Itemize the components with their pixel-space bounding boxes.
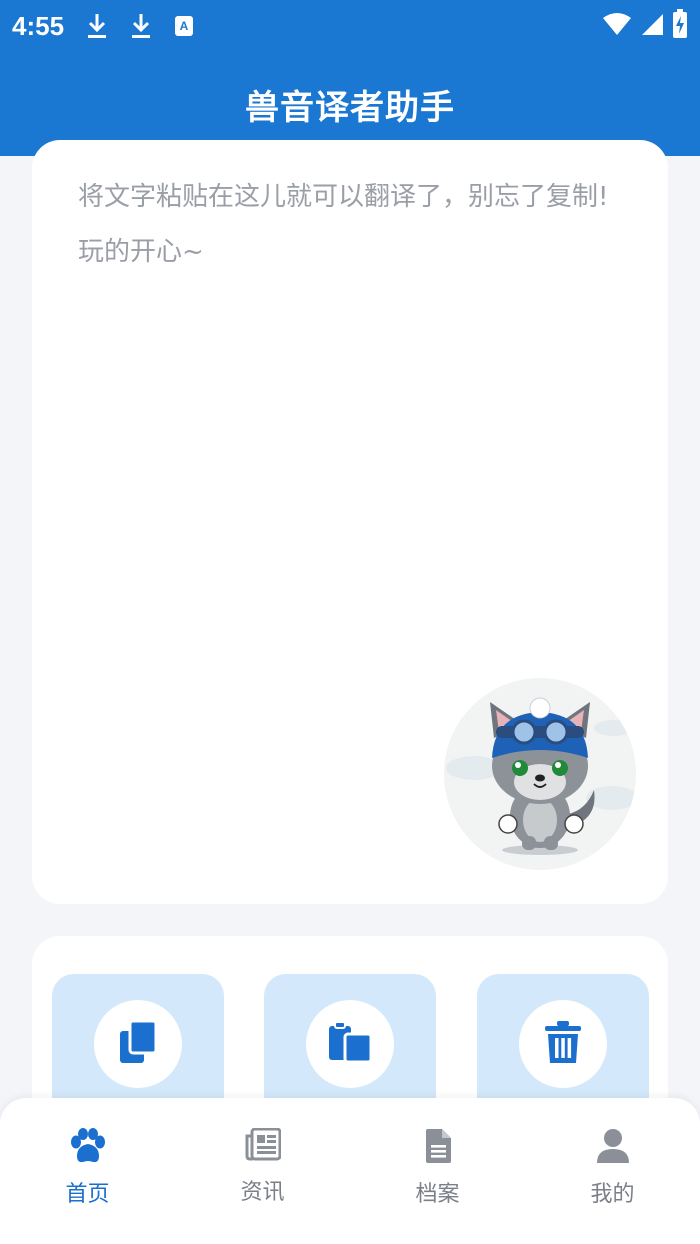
trash-icon <box>544 1020 582 1068</box>
copy-button-circle <box>94 1000 182 1088</box>
person-icon <box>596 1128 630 1168</box>
download-icon <box>130 12 152 40</box>
nav-label: 首页 <box>65 1182 110 1207</box>
paste-icon <box>327 1020 373 1068</box>
wifi-icon <box>602 12 632 40</box>
nav-news[interactable]: 资讯 <box>175 1127 350 1218</box>
status-bar: 4:55 A <box>0 0 700 52</box>
text-input-area[interactable]: 将文字粘贴在这儿就可以翻译了，别忘了复制! 玩的开心~ <box>32 140 668 904</box>
nav-label: 资讯 <box>240 1180 285 1205</box>
wolf-mascot-image <box>444 678 636 870</box>
download-icon <box>86 12 108 40</box>
battery-charging-icon <box>672 9 688 43</box>
nav-profile[interactable]: 我的 <box>525 1128 700 1218</box>
signal-icon <box>640 12 664 40</box>
news-icon <box>245 1127 281 1166</box>
nav-label: 档案 <box>415 1182 460 1207</box>
nav-label: 我的 <box>590 1182 635 1207</box>
nav-home[interactable]: 首页 <box>0 1128 175 1218</box>
clear-button-circle <box>519 1000 607 1088</box>
document-icon <box>424 1128 452 1168</box>
nav-archive[interactable]: 档案 <box>350 1128 525 1218</box>
keyboard-a-icon: A <box>174 15 194 37</box>
bottom-navigation: 首页 资讯 档案 我的 <box>0 1098 700 1244</box>
status-time: 4:55 <box>12 10 65 41</box>
copy-icon <box>118 1019 158 1069</box>
paw-icon <box>69 1128 107 1168</box>
paste-button-circle <box>306 1000 394 1088</box>
svg-text:A: A <box>180 19 189 33</box>
input-placeholder: 将文字粘贴在这儿就可以翻译了，别忘了复制! 玩的开心~ <box>78 182 609 267</box>
app-title: 兽音译者助手 <box>245 87 455 128</box>
